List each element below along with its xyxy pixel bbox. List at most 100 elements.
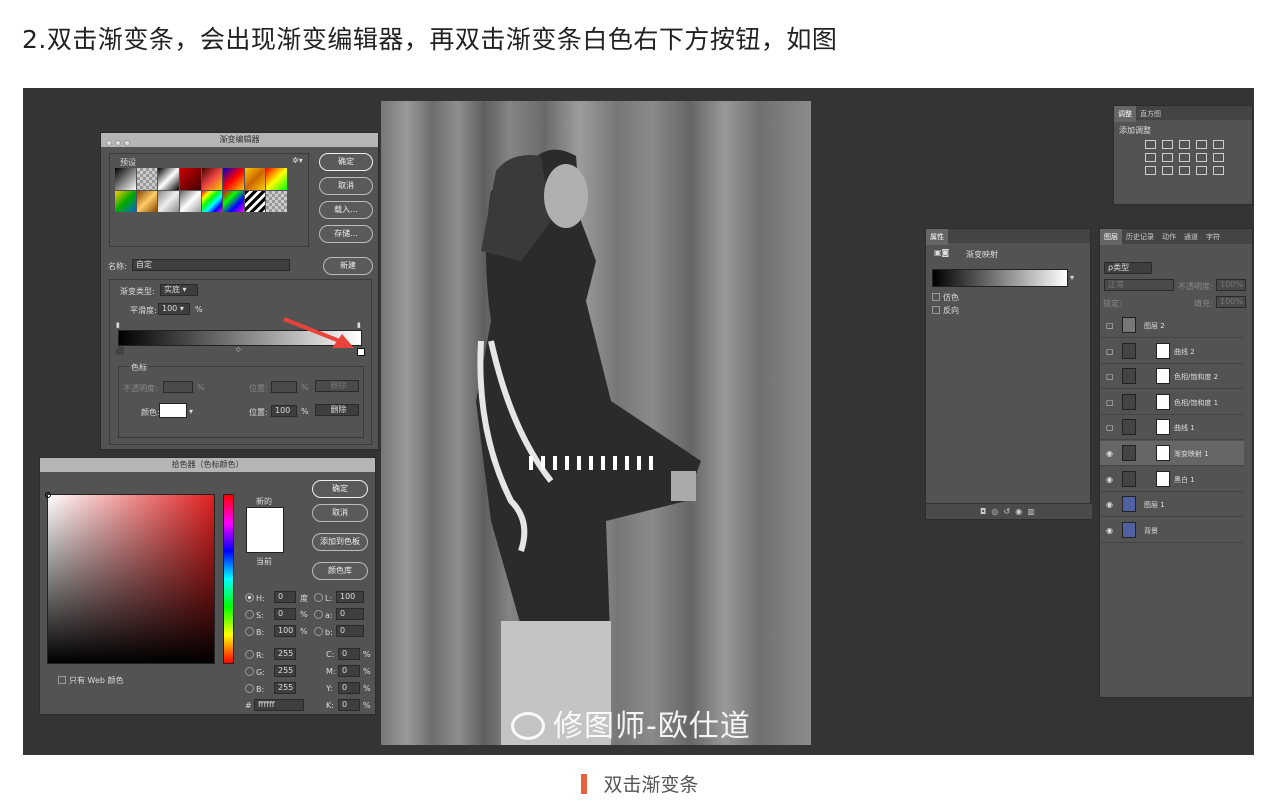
- preset-swatch[interactable]: [223, 168, 244, 190]
- visibility-eye-icon[interactable]: ▢: [1106, 347, 1114, 356]
- layer-row[interactable]: ▢ 色相/饱和度 1: [1100, 390, 1244, 415]
- b-radio[interactable]: [245, 627, 254, 636]
- midpoint-diamond-icon[interactable]: ◇: [236, 346, 241, 353]
- tab-actions[interactable]: 动作: [1158, 229, 1180, 245]
- color-libraries-button[interactable]: 颜色库: [312, 562, 368, 580]
- brightness-icon[interactable]: [1145, 140, 1156, 149]
- b-input[interactable]: 100: [274, 625, 296, 637]
- m-input[interactable]: 0: [338, 665, 360, 677]
- tab-properties[interactable]: 属性: [926, 229, 948, 245]
- layer-mask-thumbnail[interactable]: [1156, 470, 1170, 487]
- invert-icon[interactable]: [1145, 166, 1156, 175]
- ok-button[interactable]: 确定: [312, 480, 368, 498]
- l-radio[interactable]: [314, 593, 323, 602]
- exposure-icon[interactable]: [1196, 140, 1207, 149]
- preset-swatch[interactable]: [136, 190, 158, 212]
- preset-swatch[interactable]: [136, 168, 158, 190]
- layer-row[interactable]: ◉ 渐变映射 1: [1100, 441, 1244, 466]
- preset-swatch[interactable]: [266, 168, 287, 190]
- gradient-editor-titlebar[interactable]: 渐变编辑器: [101, 133, 378, 147]
- visibility-eye-icon[interactable]: ▢: [1106, 321, 1114, 330]
- visibility-eye-icon[interactable]: ◉: [1106, 526, 1113, 535]
- hue-slider[interactable]: [223, 494, 234, 664]
- saturation-brightness-field[interactable]: [47, 494, 215, 664]
- visibility-eye-icon[interactable]: ◉: [1106, 449, 1113, 458]
- layer-row[interactable]: ▢ 曲线 2: [1100, 339, 1244, 364]
- h-radio[interactable]: [245, 593, 254, 602]
- s-input[interactable]: 0: [274, 608, 296, 620]
- position-input-1[interactable]: [271, 381, 297, 393]
- gradient-map-icon[interactable]: [1196, 166, 1207, 175]
- opacity-input[interactable]: 100%: [1216, 279, 1246, 291]
- gradient-map-bar[interactable]: [932, 269, 1068, 287]
- layer-row[interactable]: ◉ 图层 1: [1100, 492, 1244, 518]
- color-picker-title[interactable]: 拾色器（色标颜色）: [40, 458, 375, 472]
- tab-histogram[interactable]: 直方图: [1136, 106, 1165, 122]
- layer-row[interactable]: ▢ 曲线 1: [1100, 415, 1244, 441]
- layer-thumbnail[interactable]: [1122, 470, 1136, 487]
- tab-history[interactable]: 历史记录: [1122, 229, 1158, 245]
- visibility-eye-icon[interactable]: ◉: [1106, 500, 1113, 509]
- preset-swatch[interactable]: [244, 168, 266, 190]
- preset-swatch[interactable]: [244, 190, 266, 212]
- minimize-dot-icon[interactable]: [115, 140, 121, 146]
- channel-mixer-icon[interactable]: [1213, 153, 1224, 162]
- reset-icon[interactable]: ↺: [1004, 507, 1011, 516]
- layer-row[interactable]: ▢ 图层 2: [1100, 313, 1244, 338]
- layer-thumbnail[interactable]: [1122, 317, 1136, 333]
- layer-kind-filter[interactable]: ρ类型: [1104, 262, 1152, 274]
- s-radio[interactable]: [245, 610, 254, 619]
- layer-thumbnail[interactable]: [1122, 496, 1136, 513]
- r-input[interactable]: 255: [274, 648, 296, 660]
- black-white-icon[interactable]: [1179, 153, 1190, 162]
- web-only-checkbox[interactable]: 只有 Web 颜色: [58, 675, 124, 686]
- layer-row[interactable]: ▢ 色相/饱和度 2: [1100, 364, 1244, 390]
- type-select[interactable]: 实底 ▾: [160, 284, 198, 296]
- h-input[interactable]: 0: [274, 591, 296, 603]
- a-radio[interactable]: [314, 610, 323, 619]
- tab-character[interactable]: 字符: [1202, 229, 1224, 245]
- c-input[interactable]: 0: [338, 648, 360, 660]
- blue-input[interactable]: 255: [274, 682, 296, 694]
- opacity-input[interactable]: [163, 381, 193, 393]
- preset-swatch[interactable]: [115, 168, 136, 190]
- trash-icon[interactable]: ▥: [1027, 507, 1035, 516]
- delete-button-1[interactable]: 删除: [315, 380, 359, 392]
- lab-b-radio[interactable]: [314, 627, 323, 636]
- visibility-eye-icon[interactable]: ◉: [1106, 475, 1113, 484]
- layer-thumbnail[interactable]: [1122, 445, 1136, 461]
- photo-filter-icon[interactable]: [1196, 153, 1207, 162]
- layer-mask-thumbnail[interactable]: [1156, 445, 1170, 461]
- selective-color-icon[interactable]: [1213, 166, 1224, 175]
- tab-channels[interactable]: 通道: [1180, 229, 1202, 245]
- layer-row[interactable]: ◉ 背景: [1100, 518, 1244, 543]
- visibility-eye-icon[interactable]: ▢: [1106, 398, 1114, 407]
- preset-swatch[interactable]: [201, 168, 223, 190]
- hex-input[interactable]: ffffff: [254, 699, 304, 711]
- a-input[interactable]: 0: [336, 608, 364, 620]
- preset-swatch[interactable]: [179, 190, 201, 212]
- tab-adjustments[interactable]: 调整: [1114, 106, 1136, 122]
- preset-swatch[interactable]: [266, 190, 287, 212]
- l-input[interactable]: 100: [336, 591, 364, 603]
- opacity-stop-left-icon[interactable]: ▮: [116, 321, 120, 329]
- layer-thumbnail[interactable]: [1122, 342, 1136, 359]
- cancel-button[interactable]: 取消: [319, 177, 373, 195]
- tab-layers[interactable]: 图层: [1100, 229, 1122, 245]
- visibility-icon[interactable]: ◉: [1015, 507, 1022, 516]
- layer-mask-thumbnail[interactable]: [1156, 368, 1170, 385]
- preset-swatch[interactable]: [201, 190, 223, 212]
- preset-swatch[interactable]: [223, 190, 244, 212]
- levels-icon[interactable]: [1162, 140, 1173, 149]
- hue-saturation-icon[interactable]: [1145, 153, 1156, 162]
- k-input[interactable]: 0: [338, 699, 360, 711]
- cancel-button[interactable]: 取消: [312, 504, 368, 522]
- color-balance-icon[interactable]: [1162, 153, 1173, 162]
- g-radio[interactable]: [245, 667, 254, 676]
- visibility-eye-icon[interactable]: ▢: [1106, 423, 1114, 432]
- r-radio[interactable]: [245, 650, 254, 659]
- chevron-down-icon[interactable]: ▾: [189, 407, 193, 416]
- view-previous-icon[interactable]: ◎: [991, 507, 998, 516]
- preset-swatch[interactable]: [158, 168, 179, 190]
- gear-icon[interactable]: ✲▾: [292, 156, 303, 165]
